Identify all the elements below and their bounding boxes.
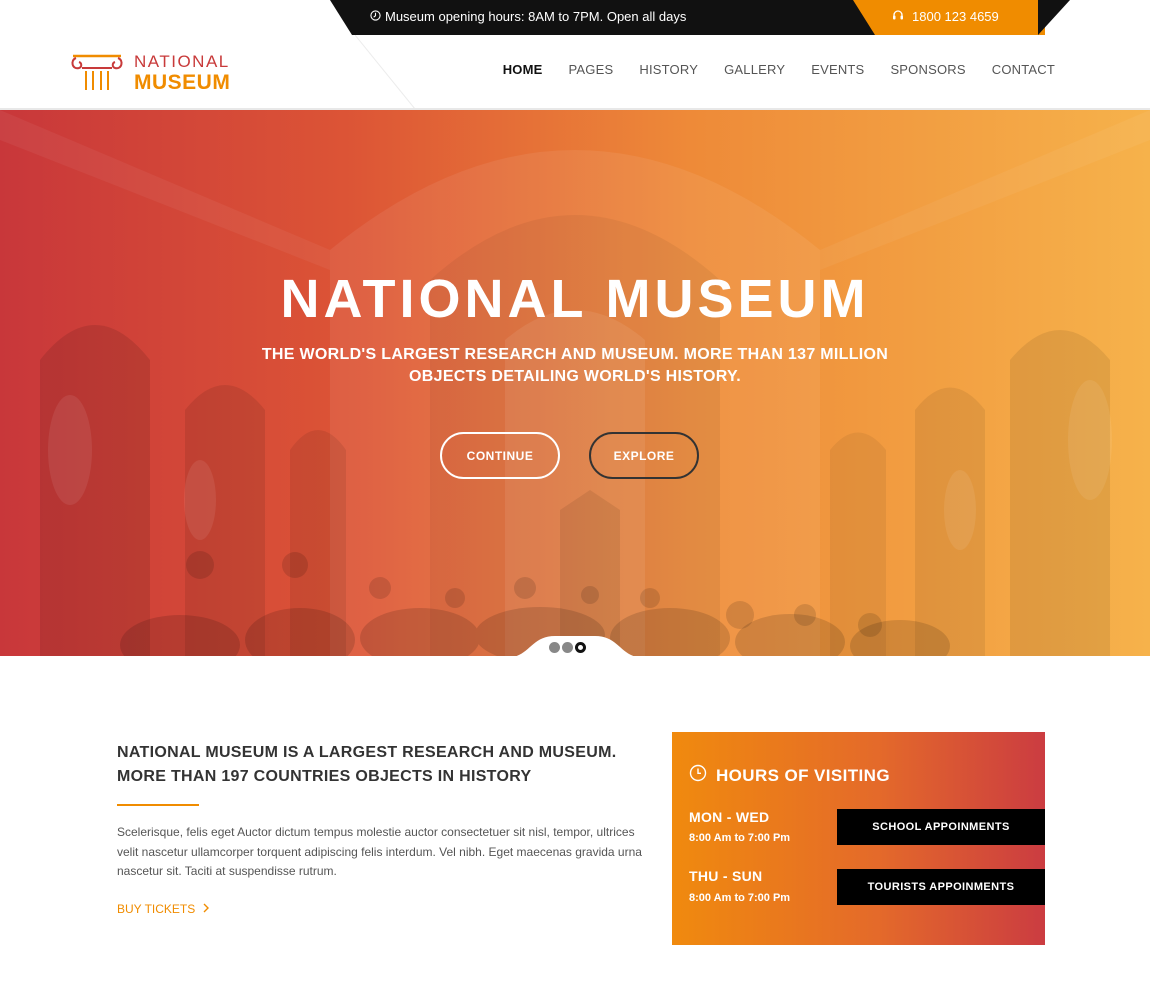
logo[interactable]: NATIONAL MUSEUM	[70, 50, 230, 97]
days-thu-sun: THU - SUN	[689, 868, 763, 884]
visiting-hours-card: HOURS OF VISITING MON - WED 8:00 Am to 7…	[672, 732, 1045, 945]
nav-item-events[interactable]: EVENTS	[811, 62, 864, 77]
about-title: NATIONAL MUSEUM IS A LARGEST RESEARCH AN…	[117, 744, 617, 785]
slider-dots	[549, 642, 586, 653]
hero-title: NATIONAL MUSEUM	[280, 269, 870, 329]
explore-button[interactable]: EXPLORE	[589, 432, 699, 479]
top-bar: Museum opening hours: 8AM to 7PM. Open a…	[330, 0, 1070, 35]
column-logo-icon	[70, 50, 124, 97]
time-mon-wed: 8:00 Am to 7:00 Pm	[689, 832, 791, 844]
logo-line-1: NATIONAL	[134, 51, 230, 71]
nav-item-pages[interactable]: PAGES	[569, 62, 614, 77]
clock-icon	[689, 764, 707, 787]
slider-dot-1[interactable]	[549, 642, 560, 653]
about-title-underline	[117, 804, 199, 806]
about-body: Scelerisque, felis eget Auctor dictum te…	[117, 825, 642, 878]
opening-hours-note: Museum opening hours: 8AM to 7PM. Open a…	[370, 9, 686, 24]
buy-tickets-link[interactable]: BUY TICKETS	[117, 902, 210, 916]
hero-subtitle: THE WORLD'S LARGEST RESEARCH AND MUSEUM.…	[261, 346, 889, 385]
clock-icon	[370, 9, 381, 24]
days-mon-wed: MON - WED	[689, 809, 770, 825]
nav-item-history[interactable]: HISTORY	[639, 62, 698, 77]
school-appointments-button[interactable]: SCHOOL APPOINMENTS	[837, 809, 1045, 845]
header-divider-line	[355, 35, 416, 109]
visiting-hours-title: HOURS OF VISITING	[689, 764, 890, 787]
tourists-appointments-button[interactable]: TOURISTS APPOINMENTS	[837, 869, 1045, 905]
buy-tickets-label: BUY TICKETS	[117, 902, 196, 916]
chevron-right-icon	[203, 902, 210, 916]
nav-item-gallery[interactable]: GALLERY	[724, 62, 785, 77]
opening-hours-text: Museum opening hours: 8AM to 7PM. Open a…	[385, 9, 687, 24]
headphones-icon	[892, 9, 904, 24]
logo-line-2: MUSEUM	[134, 70, 231, 94]
nav-item-contact[interactable]: CONTACT	[992, 62, 1055, 77]
nav-item-home[interactable]: HOME	[503, 62, 543, 77]
main-nav: HOME PAGES HISTORY GALLERY EVENTS SPONSO…	[503, 62, 1055, 77]
visiting-hours-heading: HOURS OF VISITING	[716, 765, 890, 785]
logo-wordmark: NATIONAL MUSEUM	[134, 51, 231, 95]
continue-button[interactable]: CONTINUE	[440, 432, 560, 479]
phone-number: 1800 123 4659	[912, 9, 999, 24]
nav-item-sponsors[interactable]: SPONSORS	[890, 62, 965, 77]
slider-dot-3[interactable]	[575, 642, 586, 653]
hero-slider: NATIONAL MUSEUM THE WORLD'S LARGEST RESE…	[0, 110, 1150, 656]
slider-dot-2[interactable]	[562, 642, 573, 653]
phone-contact[interactable]: 1800 123 4659	[892, 9, 999, 24]
time-thu-sun: 8:00 Am to 7:00 Pm	[689, 892, 791, 904]
